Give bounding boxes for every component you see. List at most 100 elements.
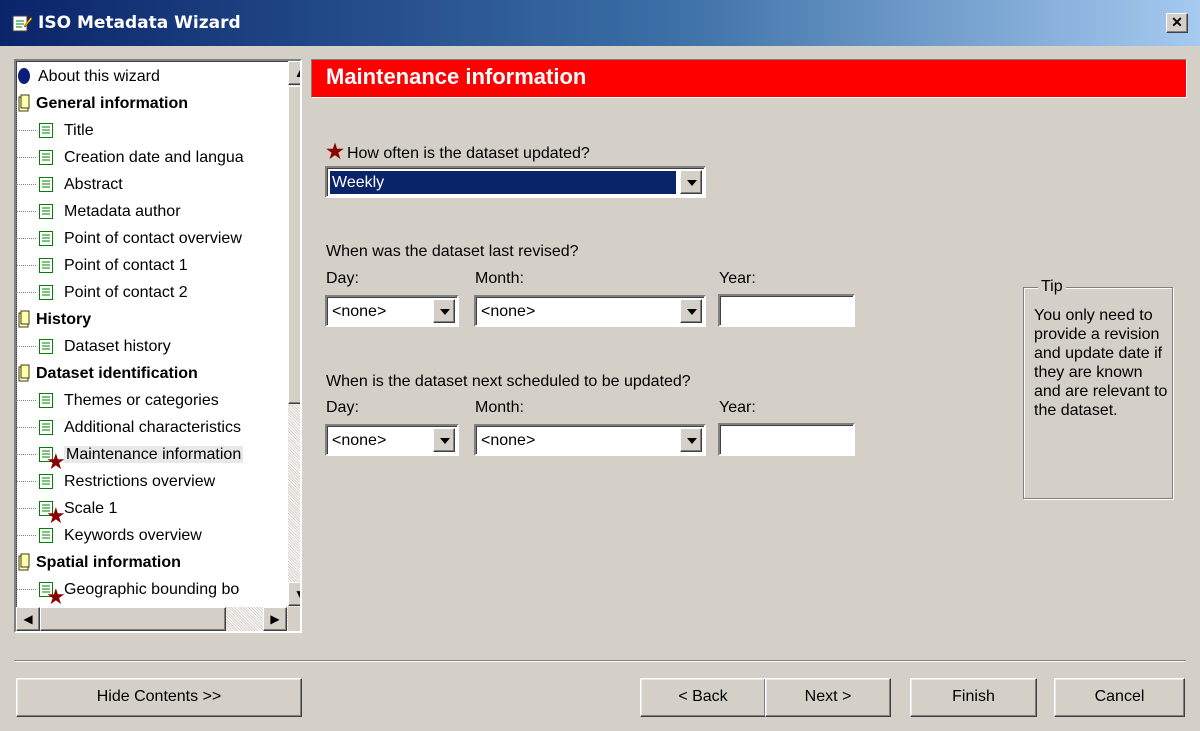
next-day-select[interactable]: <none> bbox=[325, 424, 459, 456]
chevron-down-icon[interactable] bbox=[680, 428, 702, 452]
tree-branch-line bbox=[16, 481, 36, 482]
tree-item[interactable]: Point of contact 2 bbox=[38, 279, 188, 306]
tree-item-label: Dataset history bbox=[64, 338, 171, 355]
revised-day-select[interactable]: <none> bbox=[325, 295, 459, 327]
tree-item[interactable]: Maintenance information bbox=[38, 441, 244, 468]
page-icon bbox=[38, 472, 54, 490]
tree-branch-line bbox=[16, 427, 36, 428]
finish-button[interactable]: Finish bbox=[910, 678, 1037, 717]
tree-branch-line bbox=[16, 508, 36, 509]
tree-branch-line bbox=[16, 130, 36, 131]
chevron-down-icon[interactable] bbox=[433, 299, 455, 323]
revised-month-value: <none> bbox=[481, 303, 536, 320]
tree-item-label: Additional characteristics bbox=[64, 419, 241, 436]
tree-item[interactable]: Themes or categories bbox=[38, 387, 219, 414]
close-button[interactable]: ✕ bbox=[1166, 13, 1188, 33]
contents-tree[interactable]: About this wizard General information Titl… bbox=[14, 59, 302, 633]
book-icon bbox=[18, 94, 30, 112]
tree-branch-line bbox=[16, 535, 36, 536]
revised-day-value: <none> bbox=[332, 303, 387, 320]
tree-item[interactable]: History bbox=[18, 306, 91, 333]
page-icon bbox=[38, 526, 54, 544]
next-update-question: When is the dataset next scheduled to be… bbox=[326, 373, 691, 390]
tree-item[interactable]: Additional characteristics bbox=[38, 414, 241, 441]
chevron-down-icon[interactable] bbox=[680, 170, 702, 194]
page-icon bbox=[38, 229, 54, 247]
chevron-down-icon[interactable] bbox=[433, 428, 455, 452]
h-scroll-thumb[interactable] bbox=[40, 607, 226, 631]
tree-item[interactable]: Abstract bbox=[38, 171, 123, 198]
page-icon bbox=[38, 391, 54, 409]
section-title: Maintenance information bbox=[326, 64, 587, 89]
tree-item-label: Spatial information bbox=[36, 554, 181, 571]
tree-item[interactable]: Point of contact 1 bbox=[38, 252, 188, 279]
page-icon bbox=[38, 202, 54, 220]
tree-item-label: Abstract bbox=[64, 176, 123, 193]
tree-item[interactable]: Dataset history bbox=[38, 333, 171, 360]
scroll-thumb[interactable] bbox=[288, 86, 300, 404]
update-frequency-value: Weekly bbox=[330, 171, 676, 194]
tree-branch-line bbox=[16, 454, 36, 455]
update-frequency-select[interactable]: Weekly bbox=[325, 166, 706, 198]
next-month-select[interactable]: <none> bbox=[474, 424, 706, 456]
tree-branch-line bbox=[16, 292, 36, 293]
page-icon bbox=[38, 256, 54, 274]
tip-text: You only need to provide a revision and … bbox=[1034, 307, 1168, 419]
tree-branch-line bbox=[16, 184, 36, 185]
tree-item[interactable]: Dataset identification bbox=[18, 360, 198, 387]
tree-branch-line bbox=[16, 400, 36, 401]
next-year-input[interactable] bbox=[718, 423, 855, 456]
tree-branch-line bbox=[16, 589, 36, 590]
frequency-label: ★ How often is the dataset updated? bbox=[326, 139, 590, 164]
scroll-right-button[interactable]: ▶ bbox=[263, 607, 287, 631]
chevron-down-icon[interactable] bbox=[680, 299, 702, 323]
tree-branch-line bbox=[16, 265, 36, 266]
tree-item-label: Point of contact 1 bbox=[64, 257, 188, 274]
tree-item[interactable]: Geographic bounding bo bbox=[38, 576, 239, 603]
scroll-left-button[interactable]: ◀ bbox=[16, 607, 40, 631]
next-button[interactable]: Next > bbox=[765, 678, 891, 717]
page-icon bbox=[38, 175, 54, 193]
revised-year-label: Year: bbox=[719, 270, 756, 287]
hide-contents-button[interactable]: Hide Contents >> bbox=[16, 678, 302, 717]
tree-item-label: Point of contact 2 bbox=[64, 284, 188, 301]
required-star-icon: ★ bbox=[326, 141, 344, 163]
tree-item[interactable]: Creation date and langua bbox=[38, 144, 244, 171]
next-year-label: Year: bbox=[719, 399, 756, 416]
tree-item[interactable]: Point of contact overview bbox=[38, 225, 242, 252]
tree-item-label: History bbox=[36, 311, 92, 328]
tree-branch-line bbox=[16, 211, 36, 212]
next-day-label: Day: bbox=[326, 399, 359, 416]
revised-year-input[interactable] bbox=[718, 294, 855, 327]
tree-item-label: Scale 1 bbox=[64, 500, 118, 517]
close-icon: ✕ bbox=[1171, 14, 1183, 30]
tree-item[interactable]: Restrictions overview bbox=[38, 468, 215, 495]
tree-item[interactable]: Spatial information bbox=[18, 549, 181, 576]
tree-item-label: Creation date and langua bbox=[64, 149, 244, 166]
tree-item-label: Keywords overview bbox=[64, 527, 202, 544]
tree-line bbox=[16, 101, 17, 606]
section-header: Maintenance information bbox=[311, 59, 1187, 98]
title-bar: ISO Metadata Wizard ✕ bbox=[0, 0, 1200, 46]
scroll-up-button[interactable]: ▲ bbox=[288, 61, 300, 85]
next-month-value: <none> bbox=[481, 432, 536, 449]
scroll-down-button[interactable]: ▼ bbox=[288, 582, 300, 606]
cancel-button[interactable]: Cancel bbox=[1054, 678, 1185, 717]
tree-item[interactable]: Title bbox=[38, 117, 94, 144]
divider bbox=[14, 660, 1186, 662]
window-title: ISO Metadata Wizard bbox=[38, 13, 241, 33]
revised-month-select[interactable]: <none> bbox=[474, 295, 706, 327]
tree-item-label: Title bbox=[64, 122, 94, 139]
tree-item[interactable]: Keywords overview bbox=[38, 522, 202, 549]
horizontal-scrollbar[interactable]: ◀ ▶ bbox=[16, 607, 288, 631]
back-button[interactable]: < Back bbox=[640, 678, 766, 717]
tree-item-label: Dataset identification bbox=[36, 365, 198, 382]
scrollbar-corner bbox=[288, 607, 300, 631]
tree-item[interactable]: Metadata author bbox=[38, 198, 181, 225]
tree-item[interactable]: General information bbox=[18, 90, 188, 117]
vertical-scrollbar[interactable]: ▲ ▼ bbox=[288, 61, 300, 607]
tree-item[interactable]: About this wizard bbox=[18, 63, 160, 90]
tree-item-label: Themes or categories bbox=[64, 392, 219, 409]
next-day-value: <none> bbox=[332, 432, 387, 449]
tree-item-label: General information bbox=[36, 95, 189, 112]
